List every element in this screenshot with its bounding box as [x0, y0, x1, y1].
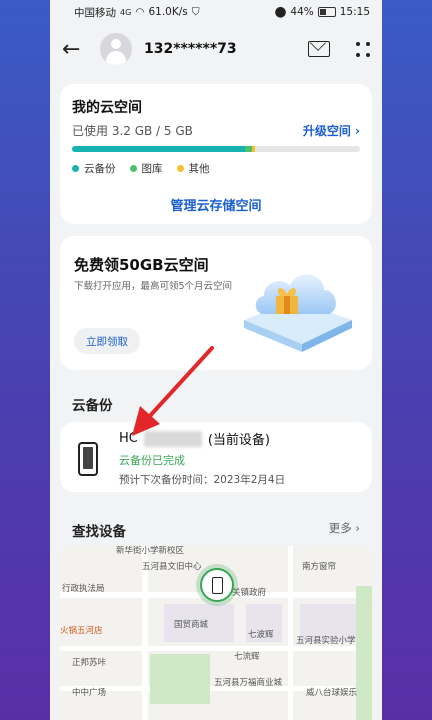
map-label: 五河县实验小学 — [296, 636, 356, 646]
battery-percent: 44% — [290, 6, 314, 18]
map-label: 中中广场 — [72, 688, 107, 698]
avatar[interactable] — [100, 33, 132, 65]
wifi-icon: ◠ — [135, 6, 145, 18]
network-label: 4G — [120, 7, 132, 17]
map-label: 行政执法局 — [62, 584, 105, 594]
backup-status: 云备份已完成 — [119, 454, 185, 467]
shield-icon: ⛉ — [191, 5, 200, 18]
battery-icon — [317, 7, 336, 17]
free-space-promo-card[interactable]: 免费领50GB云空间 下载打开应用，最高可领5个月云空间 立即领取 — [60, 236, 372, 370]
clock: 15:15 — [339, 6, 370, 18]
map-label: 七波辉 — [248, 630, 274, 640]
storage-title: 我的云空间 — [72, 100, 142, 116]
usage-segment-0 — [72, 146, 245, 152]
map-label: 关镇政府 — [232, 588, 267, 598]
carrier-label: 中国移动 — [74, 6, 116, 19]
manage-storage-button[interactable]: 管理云存储空间 — [60, 195, 372, 214]
map-label: 七流辉 — [234, 652, 260, 662]
device-location-map[interactable]: 新华街小学新校区 五河县文旧中心 行政执法局 关镇政府 南方窗帘 国贸商城 七波… — [60, 546, 372, 720]
device-location-pin[interactable] — [200, 568, 234, 602]
map-label: 新华街小学新校区 — [116, 546, 185, 556]
map-label: 五河县万福商业城 — [214, 678, 283, 688]
legend-other: 其他 — [176, 161, 210, 176]
promo-description: 下载打开应用，最高可领5个月云空间 — [74, 281, 233, 292]
location-icon: ⬤ — [274, 6, 287, 18]
map-label: 火锅五河店 — [60, 626, 103, 636]
speed-label: 61.0K/s — [148, 6, 188, 18]
next-backup-time: 预计下次备份时间：2023年2月4日 — [119, 474, 286, 486]
usage-segment-1 — [244, 146, 252, 152]
storage-used: 已使用 3.2 GB / 5 GB — [72, 124, 193, 138]
account-header: ← 132******73 — [50, 24, 382, 74]
usage-segment-2 — [252, 146, 255, 152]
legend-backup: 云备份 — [72, 161, 116, 176]
map-label: 国贸商城 — [174, 620, 209, 630]
phone-screen: 中国移动 4G ◠ 61.0K/s ⛉ ⬤ 44% 15:15 ← 132***… — [50, 0, 382, 720]
map-label: 南方窗帘 — [302, 562, 337, 572]
status-bar: 中国移动 4G ◠ 61.0K/s ⛉ ⬤ 44% 15:15 — [50, 0, 382, 24]
backup-section-title: 云备份 — [72, 398, 113, 414]
mail-icon[interactable] — [308, 41, 330, 57]
map-label: 五河县文旧中心 — [142, 562, 202, 572]
promo-title: 免费领50GB云空间 — [74, 256, 209, 274]
find-device-title: 查找设备 — [72, 524, 126, 540]
device-name: HC (当前设备) — [119, 430, 271, 448]
find-more-link[interactable]: 更多 › — [329, 520, 360, 536]
grid-dots-icon[interactable] — [356, 42, 370, 57]
storage-usage-bar — [72, 146, 360, 152]
redacted-device-name — [143, 430, 202, 447]
map-label: 威八台球娱乐 — [306, 688, 358, 698]
cloud-storage-card: 我的云空间 已使用 3.2 GB / 5 GB 升级空间 › 云备份 图库 其他… — [60, 84, 372, 224]
account-phone[interactable]: 132******73 — [144, 41, 237, 57]
phone-device-icon — [78, 442, 98, 476]
device-backup-card[interactable]: HC (当前设备) 云备份已完成 预计下次备份时间：2023年2月4日 — [60, 422, 372, 492]
storage-legend: 云备份 图库 其他 — [72, 161, 210, 176]
back-arrow-icon[interactable]: ← — [62, 37, 88, 62]
legend-gallery: 图库 — [129, 161, 163, 176]
claim-now-button[interactable]: 立即领取 — [74, 328, 140, 354]
cloud-gift-illustration — [244, 274, 352, 352]
upgrade-link[interactable]: 升级空间 › — [303, 122, 360, 139]
map-label: 正邦苏咔 — [72, 658, 107, 668]
